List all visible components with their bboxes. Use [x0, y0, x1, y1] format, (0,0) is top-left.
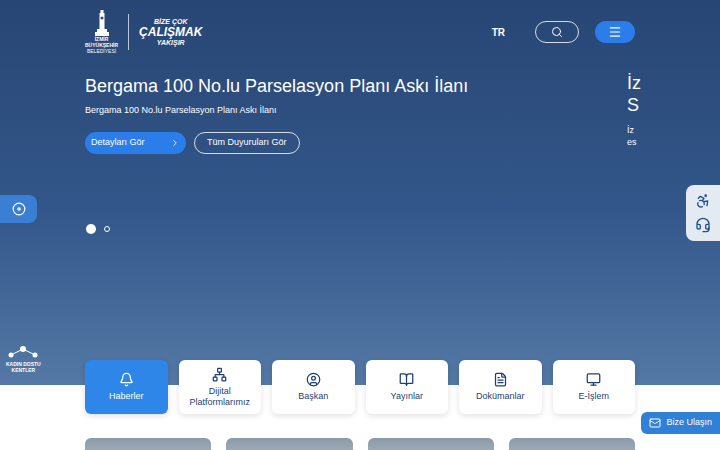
page: İZMİRBÜYÜKŞEHİRBELEDİYESİ BİZE ÇOKÇALIŞMA… [0, 0, 720, 450]
disc-icon [12, 202, 26, 216]
quick-link-card[interactable]: Yayınlar [366, 360, 449, 414]
menu-icon [608, 25, 622, 39]
support-icon[interactable] [695, 217, 711, 233]
news-thumbnail[interactable] [368, 438, 494, 450]
slider-dots [85, 224, 635, 234]
women-friendly-badge: KADIN DOSTUKENTLER [6, 343, 41, 373]
news-thumbnail[interactable] [85, 438, 211, 450]
quick-link-card[interactable]: Haberler [85, 360, 168, 414]
quick-link-card[interactable]: Dijital Platformlarımız [179, 360, 262, 414]
news-thumbnail[interactable] [226, 438, 352, 450]
chevron-right-icon [170, 138, 180, 148]
quick-link-card[interactable]: Başkan [272, 360, 355, 414]
news-thumbnails [85, 438, 635, 450]
slide-title: Bergama 100 No.lu Parselasyon Planı Askı… [85, 74, 635, 98]
network-dots-icon [6, 343, 40, 361]
slide-description: Bergama 100 No.lu Parselasyon Planı Askı… [85, 104, 635, 116]
slider-dot[interactable] [86, 224, 96, 234]
tower-emblem-icon [94, 10, 110, 36]
accessibility-icon[interactable] [695, 193, 711, 209]
search-button[interactable] [535, 21, 579, 43]
slogan: BİZE ÇOKÇALIŞMAKYAKIŞIR [139, 18, 202, 47]
all-announcements-button[interactable]: Tüm Duyuruları Gör [194, 132, 300, 154]
left-floating-tab[interactable] [0, 195, 37, 223]
accessibility-panel [686, 185, 720, 241]
quick-links: HaberlerDijital PlatformlarımızBaşkanYay… [85, 360, 635, 414]
quick-link-icon [493, 372, 508, 387]
quick-link-icon [119, 372, 134, 387]
details-button[interactable]: Detayları Gör [85, 132, 186, 154]
next-slide-peek: İzSİzes [627, 72, 717, 148]
hero: İZMİRBÜYÜKŞEHİRBELEDİYESİ BİZE ÇOKÇALIŞMA… [0, 0, 720, 385]
quick-link-icon [586, 372, 601, 387]
quick-link-icon [306, 372, 321, 387]
header: İZMİRBÜYÜKŞEHİRBELEDİYESİ BİZE ÇOKÇALIŞMA… [85, 0, 635, 52]
slider-dot[interactable] [104, 226, 110, 232]
news-thumbnail[interactable] [509, 438, 635, 450]
search-icon [551, 26, 563, 38]
logo[interactable]: İZMİRBÜYÜKŞEHİRBELEDİYESİ [85, 10, 118, 54]
menu-button[interactable] [595, 21, 635, 43]
mail-icon [649, 417, 661, 429]
quick-link-icon [212, 367, 227, 382]
contact-button[interactable]: Bize Ulaşın [641, 412, 720, 434]
quick-link-card[interactable]: E-İşlem [553, 360, 636, 414]
language-switch[interactable]: TR [492, 25, 505, 40]
quick-link-icon [399, 372, 414, 387]
quick-link-card[interactable]: Dokümanlar [459, 360, 542, 414]
logo-divider [128, 14, 129, 50]
